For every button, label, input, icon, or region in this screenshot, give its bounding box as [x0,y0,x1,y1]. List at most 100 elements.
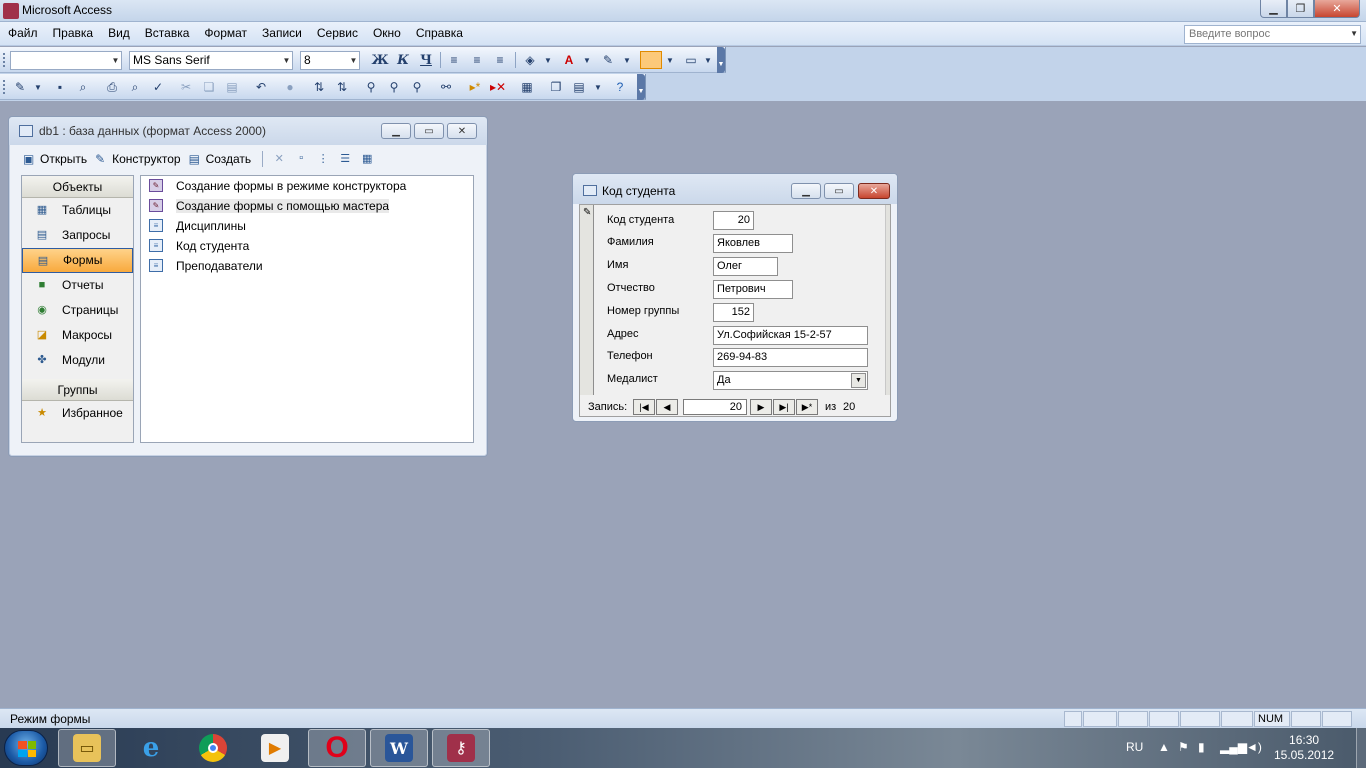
object-combo[interactable]: ▼ [10,51,122,70]
form-window-title-bar[interactable]: Код студента ▁ ▭ ✕ [573,174,897,204]
list-item[interactable]: ≡ Дисциплины [141,216,473,236]
taskbar-internet-explorer[interactable]: e [122,729,180,767]
menu-help[interactable]: Справка [416,26,463,40]
menu-file[interactable]: Файл [8,26,38,40]
menu-records[interactable]: Записи [262,26,302,40]
volume-icon[interactable]: ◄) [1246,740,1262,754]
underline-button[interactable]: Ч [418,52,434,68]
undo-icon[interactable]: ↶ [253,79,269,95]
align-left-icon[interactable]: ≡ [446,52,462,68]
line-color-icon[interactable]: ✎ [600,52,616,68]
copy-icon[interactable]: ❏ [201,79,217,95]
taskbar-explorer[interactable]: ▭ [58,729,116,767]
object-tables[interactable]: ▦ Таблицы [22,198,133,223]
menu-tools[interactable]: Сервис [317,26,358,40]
new-object-icon[interactable]: ▤ [571,79,587,95]
taskbar-opera[interactable]: O [308,729,366,767]
action-center-flag-icon[interactable]: ⚑ [1178,740,1189,754]
firstname-field[interactable]: Олег [713,257,778,276]
student-id-field[interactable]: 20 [713,211,754,230]
list-item[interactable]: ≡ Код студента [141,236,473,256]
help-icon[interactable]: ? [612,79,628,95]
toolbar-grip[interactable] [3,53,6,67]
spelling-icon[interactable]: ✓ [150,79,166,95]
menu-window[interactable]: Окно [373,26,401,40]
clock[interactable]: 16:30 15.05.2012 [1274,733,1334,763]
font-color-icon[interactable]: A [561,52,577,68]
open-button[interactable]: ▣ Открыть [23,152,87,166]
current-record-input[interactable]: 20 [683,399,747,415]
start-button[interactable] [4,730,48,766]
filter-by-selection-icon[interactable]: ⚲ [363,79,379,95]
object-forms[interactable]: ▤ Формы [22,248,133,273]
vertical-scrollbar[interactable] [885,205,890,395]
align-center-icon[interactable]: ≡ [469,52,485,68]
chevron-down-icon[interactable]: ▼ [1350,29,1358,38]
group-number-field[interactable]: 152 [713,303,754,322]
print-preview-icon[interactable]: ⌕ [127,79,143,95]
italic-button[interactable]: К [395,52,411,68]
taskbar-access[interactable]: ⚷ [432,729,490,767]
chevron-down-icon[interactable]: ▼ [281,52,292,69]
chevron-down-icon[interactable]: ▼ [348,52,359,69]
list-item[interactable]: ≡ Преподаватели [141,256,473,276]
ask-question-box[interactable]: Введите вопрос ▼ [1184,25,1361,44]
database-window-title-bar[interactable]: db1 : база данных (формат Access 2000) ▁… [9,117,487,145]
create-button[interactable]: ▤ Создать [189,152,252,166]
apply-filter-icon[interactable]: ⚲ [409,79,425,95]
file-search-icon[interactable]: ⌕ [75,79,91,95]
show-desktop-button[interactable] [1356,728,1366,768]
font-combo[interactable]: MS Sans Serif ▼ [129,51,293,70]
print-icon[interactable]: ⎙ [104,79,120,95]
paste-icon[interactable]: ▤ [224,79,240,95]
toolbar-grip[interactable] [3,80,6,94]
group-favorites[interactable]: ★ Избранное [22,401,133,426]
minimize-button[interactable]: ▁ [1260,0,1287,18]
access-app-icon[interactable] [3,3,19,19]
filter-by-form-icon[interactable]: ⚲ [386,79,402,95]
chevron-down-icon[interactable]: ▼ [110,52,121,69]
groups-header[interactable]: Группы [22,379,133,401]
maximize-button[interactable]: ▭ [414,123,444,139]
taskbar-chrome[interactable] [184,729,242,767]
object-queries[interactable]: ▤ Запросы [22,223,133,248]
find-icon[interactable]: ⚯ [438,79,454,95]
chevron-down-icon[interactable]: ▼ [851,373,866,388]
database-window-icon[interactable]: ❐ [548,79,564,95]
line-width-icon[interactable]: ▭ [683,52,699,68]
patronymic-field[interactable]: Петрович [713,280,793,299]
delete-icon[interactable]: ✕ [270,152,288,166]
fill-color-icon[interactable]: ◈ [522,52,538,68]
show-hidden-icons-icon[interactable]: ▲ [1158,740,1170,754]
details-icon[interactable]: ▦ [358,152,376,166]
properties-icon[interactable]: ▦ [519,79,535,95]
close-button[interactable]: ✕ [447,123,477,139]
chevron-down-icon[interactable]: ▼ [662,52,678,68]
close-button[interactable]: ✕ [858,183,890,199]
minimize-button[interactable]: ▁ [381,123,411,139]
object-pages[interactable]: ◉ Страницы [22,298,133,323]
sort-descending-icon[interactable]: ⇅ [334,79,350,95]
font-size-combo[interactable]: 8 ▼ [300,51,360,70]
medalist-combo[interactable]: Да ▼ [713,371,868,390]
list-item[interactable]: ✎ Создание формы в режиме конструктора [141,176,473,196]
delete-record-icon[interactable]: ▸✕ [490,79,506,95]
close-button[interactable]: ✕ [1314,0,1360,18]
lastname-field[interactable]: Яковлев [713,234,793,253]
phone-field[interactable]: 269-94-83 [713,348,868,367]
chevron-down-icon[interactable]: ▼ [700,52,716,68]
view-icon[interactable]: ✎ [12,79,28,95]
record-selector[interactable]: ✎ [580,205,594,395]
object-modules[interactable]: ✤ Модули [22,348,133,373]
toolbar-options-icon[interactable]: ▼ [637,74,645,100]
power-icon[interactable]: ▮ [1198,740,1205,754]
language-indicator[interactable]: RU [1126,740,1143,754]
list-item[interactable]: ✎ Создание формы с помощью мастера [141,196,473,216]
list-icon[interactable]: ☰ [336,152,354,166]
small-icons-icon[interactable]: ⋮ [314,152,332,166]
next-record-icon[interactable]: ▶ [750,399,772,415]
previous-record-icon[interactable]: ◀ [656,399,678,415]
objects-header[interactable]: Объекты [22,176,133,198]
chevron-down-icon[interactable]: ▼ [579,52,595,68]
design-button[interactable]: ✎ Конструктор [95,152,180,166]
